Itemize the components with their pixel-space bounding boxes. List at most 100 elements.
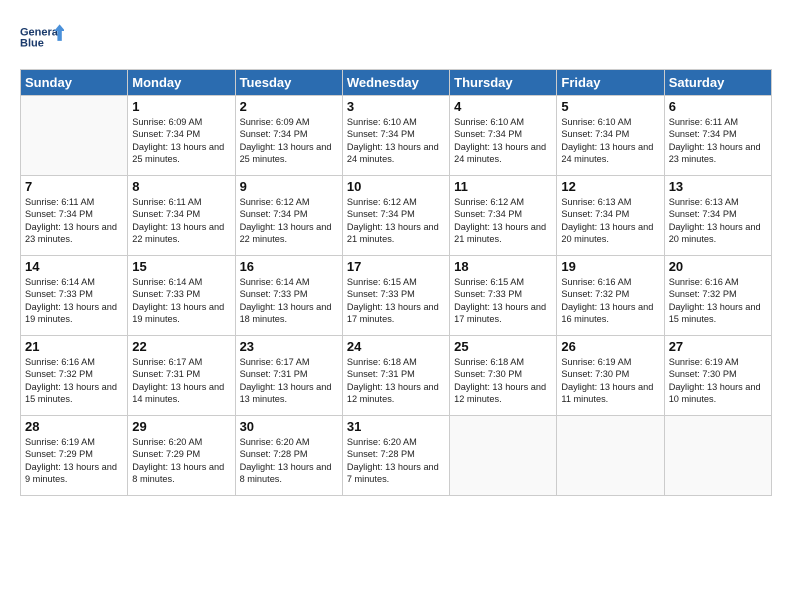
calendar-cell: 16 Sunrise: 6:14 AM Sunset: 7:33 PM Dayl… <box>235 256 342 336</box>
day-info: Sunrise: 6:20 AM Sunset: 7:28 PM Dayligh… <box>240 436 338 486</box>
calendar-cell: 23 Sunrise: 6:17 AM Sunset: 7:31 PM Dayl… <box>235 336 342 416</box>
day-number: 29 <box>132 419 230 434</box>
calendar-cell <box>21 96 128 176</box>
day-number: 31 <box>347 419 445 434</box>
calendar-week-1: 1 Sunrise: 6:09 AM Sunset: 7:34 PM Dayli… <box>21 96 772 176</box>
calendar-cell: 12 Sunrise: 6:13 AM Sunset: 7:34 PM Dayl… <box>557 176 664 256</box>
day-number: 20 <box>669 259 767 274</box>
day-number: 13 <box>669 179 767 194</box>
day-info: Sunrise: 6:15 AM Sunset: 7:33 PM Dayligh… <box>454 276 552 326</box>
calendar-weekday-saturday: Saturday <box>664 70 771 96</box>
calendar-cell: 6 Sunrise: 6:11 AM Sunset: 7:34 PM Dayli… <box>664 96 771 176</box>
day-info: Sunrise: 6:14 AM Sunset: 7:33 PM Dayligh… <box>132 276 230 326</box>
day-info: Sunrise: 6:20 AM Sunset: 7:28 PM Dayligh… <box>347 436 445 486</box>
day-number: 15 <box>132 259 230 274</box>
day-info: Sunrise: 6:13 AM Sunset: 7:34 PM Dayligh… <box>669 196 767 246</box>
calendar-cell: 10 Sunrise: 6:12 AM Sunset: 7:34 PM Dayl… <box>342 176 449 256</box>
day-number: 28 <box>25 419 123 434</box>
calendar-cell: 13 Sunrise: 6:13 AM Sunset: 7:34 PM Dayl… <box>664 176 771 256</box>
day-number: 17 <box>347 259 445 274</box>
calendar-week-2: 7 Sunrise: 6:11 AM Sunset: 7:34 PM Dayli… <box>21 176 772 256</box>
day-info: Sunrise: 6:10 AM Sunset: 7:34 PM Dayligh… <box>454 116 552 166</box>
calendar-weekday-friday: Friday <box>557 70 664 96</box>
calendar-cell: 31 Sunrise: 6:20 AM Sunset: 7:28 PM Dayl… <box>342 416 449 496</box>
calendar-cell: 17 Sunrise: 6:15 AM Sunset: 7:33 PM Dayl… <box>342 256 449 336</box>
day-info: Sunrise: 6:18 AM Sunset: 7:31 PM Dayligh… <box>347 356 445 406</box>
day-number: 8 <box>132 179 230 194</box>
calendar-cell: 7 Sunrise: 6:11 AM Sunset: 7:34 PM Dayli… <box>21 176 128 256</box>
day-number: 25 <box>454 339 552 354</box>
calendar-cell: 14 Sunrise: 6:14 AM Sunset: 7:33 PM Dayl… <box>21 256 128 336</box>
day-info: Sunrise: 6:19 AM Sunset: 7:30 PM Dayligh… <box>669 356 767 406</box>
day-info: Sunrise: 6:10 AM Sunset: 7:34 PM Dayligh… <box>561 116 659 166</box>
calendar-cell: 4 Sunrise: 6:10 AM Sunset: 7:34 PM Dayli… <box>450 96 557 176</box>
calendar-week-3: 14 Sunrise: 6:14 AM Sunset: 7:33 PM Dayl… <box>21 256 772 336</box>
calendar-weekday-wednesday: Wednesday <box>342 70 449 96</box>
calendar-cell: 26 Sunrise: 6:19 AM Sunset: 7:30 PM Dayl… <box>557 336 664 416</box>
calendar-cell: 11 Sunrise: 6:12 AM Sunset: 7:34 PM Dayl… <box>450 176 557 256</box>
day-number: 18 <box>454 259 552 274</box>
calendar-cell <box>557 416 664 496</box>
calendar-cell: 22 Sunrise: 6:17 AM Sunset: 7:31 PM Dayl… <box>128 336 235 416</box>
day-info: Sunrise: 6:12 AM Sunset: 7:34 PM Dayligh… <box>347 196 445 246</box>
day-number: 27 <box>669 339 767 354</box>
calendar-cell: 2 Sunrise: 6:09 AM Sunset: 7:34 PM Dayli… <box>235 96 342 176</box>
logo-svg: General Blue <box>20 15 64 59</box>
calendar-cell: 1 Sunrise: 6:09 AM Sunset: 7:34 PM Dayli… <box>128 96 235 176</box>
day-number: 23 <box>240 339 338 354</box>
day-number: 1 <box>132 99 230 114</box>
day-info: Sunrise: 6:09 AM Sunset: 7:34 PM Dayligh… <box>132 116 230 166</box>
svg-text:General: General <box>20 26 61 38</box>
day-number: 30 <box>240 419 338 434</box>
day-info: Sunrise: 6:18 AM Sunset: 7:30 PM Dayligh… <box>454 356 552 406</box>
page-header: General Blue <box>20 15 772 59</box>
logo: General Blue <box>20 15 64 59</box>
day-number: 11 <box>454 179 552 194</box>
day-info: Sunrise: 6:12 AM Sunset: 7:34 PM Dayligh… <box>454 196 552 246</box>
day-number: 3 <box>347 99 445 114</box>
calendar-cell: 30 Sunrise: 6:20 AM Sunset: 7:28 PM Dayl… <box>235 416 342 496</box>
calendar-cell: 3 Sunrise: 6:10 AM Sunset: 7:34 PM Dayli… <box>342 96 449 176</box>
day-info: Sunrise: 6:11 AM Sunset: 7:34 PM Dayligh… <box>25 196 123 246</box>
day-info: Sunrise: 6:11 AM Sunset: 7:34 PM Dayligh… <box>132 196 230 246</box>
day-number: 24 <box>347 339 445 354</box>
day-info: Sunrise: 6:17 AM Sunset: 7:31 PM Dayligh… <box>132 356 230 406</box>
calendar-cell: 28 Sunrise: 6:19 AM Sunset: 7:29 PM Dayl… <box>21 416 128 496</box>
calendar-weekday-thursday: Thursday <box>450 70 557 96</box>
calendar-cell: 19 Sunrise: 6:16 AM Sunset: 7:32 PM Dayl… <box>557 256 664 336</box>
calendar-week-5: 28 Sunrise: 6:19 AM Sunset: 7:29 PM Dayl… <box>21 416 772 496</box>
calendar-cell: 8 Sunrise: 6:11 AM Sunset: 7:34 PM Dayli… <box>128 176 235 256</box>
day-number: 19 <box>561 259 659 274</box>
calendar-cell: 25 Sunrise: 6:18 AM Sunset: 7:30 PM Dayl… <box>450 336 557 416</box>
calendar-cell <box>450 416 557 496</box>
day-number: 12 <box>561 179 659 194</box>
day-number: 14 <box>25 259 123 274</box>
day-number: 26 <box>561 339 659 354</box>
calendar-weekday-sunday: Sunday <box>21 70 128 96</box>
calendar-cell: 29 Sunrise: 6:20 AM Sunset: 7:29 PM Dayl… <box>128 416 235 496</box>
day-info: Sunrise: 6:15 AM Sunset: 7:33 PM Dayligh… <box>347 276 445 326</box>
calendar-weekday-tuesday: Tuesday <box>235 70 342 96</box>
day-number: 4 <box>454 99 552 114</box>
day-number: 16 <box>240 259 338 274</box>
day-number: 6 <box>669 99 767 114</box>
calendar-weekday-monday: Monday <box>128 70 235 96</box>
day-info: Sunrise: 6:16 AM Sunset: 7:32 PM Dayligh… <box>561 276 659 326</box>
calendar-cell: 18 Sunrise: 6:15 AM Sunset: 7:33 PM Dayl… <box>450 256 557 336</box>
day-info: Sunrise: 6:09 AM Sunset: 7:34 PM Dayligh… <box>240 116 338 166</box>
day-info: Sunrise: 6:13 AM Sunset: 7:34 PM Dayligh… <box>561 196 659 246</box>
day-info: Sunrise: 6:11 AM Sunset: 7:34 PM Dayligh… <box>669 116 767 166</box>
day-info: Sunrise: 6:17 AM Sunset: 7:31 PM Dayligh… <box>240 356 338 406</box>
day-number: 10 <box>347 179 445 194</box>
day-number: 5 <box>561 99 659 114</box>
calendar-header-row: SundayMondayTuesdayWednesdayThursdayFrid… <box>21 70 772 96</box>
calendar-cell: 9 Sunrise: 6:12 AM Sunset: 7:34 PM Dayli… <box>235 176 342 256</box>
day-info: Sunrise: 6:19 AM Sunset: 7:29 PM Dayligh… <box>25 436 123 486</box>
calendar-table: SundayMondayTuesdayWednesdayThursdayFrid… <box>20 69 772 496</box>
day-number: 2 <box>240 99 338 114</box>
calendar-cell: 20 Sunrise: 6:16 AM Sunset: 7:32 PM Dayl… <box>664 256 771 336</box>
calendar-week-4: 21 Sunrise: 6:16 AM Sunset: 7:32 PM Dayl… <box>21 336 772 416</box>
day-info: Sunrise: 6:19 AM Sunset: 7:30 PM Dayligh… <box>561 356 659 406</box>
day-info: Sunrise: 6:12 AM Sunset: 7:34 PM Dayligh… <box>240 196 338 246</box>
calendar-cell: 24 Sunrise: 6:18 AM Sunset: 7:31 PM Dayl… <box>342 336 449 416</box>
